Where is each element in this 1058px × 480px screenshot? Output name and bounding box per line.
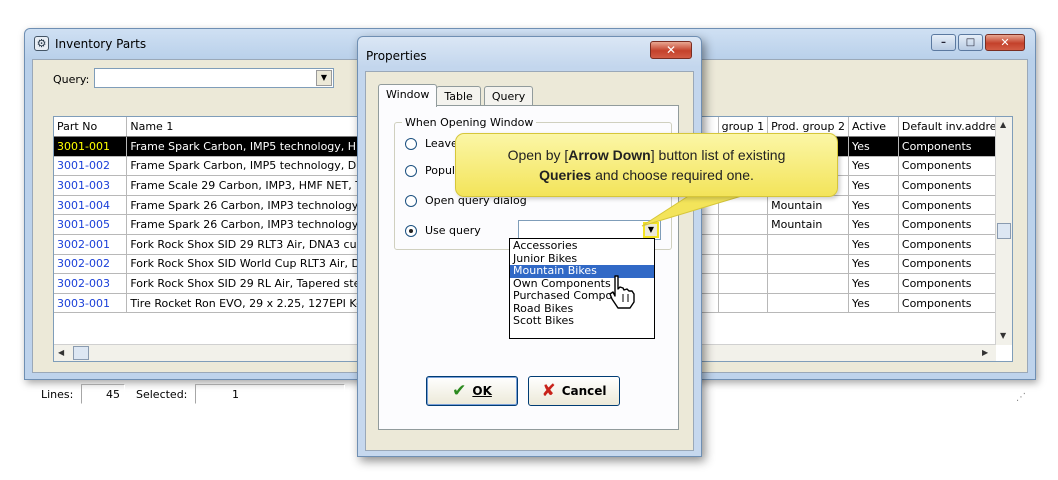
- callout-bold-text: Arrow Down: [568, 147, 651, 163]
- callout-tooltip: Open by [Arrow Down] button list of exis…: [455, 133, 838, 197]
- callout-text: ] button list of existing: [650, 147, 786, 163]
- callout-pointer: [641, 194, 746, 227]
- callout-line-1: Open by [Arrow Down] button list of exis…: [456, 145, 837, 165]
- tab-window[interactable]: Window: [378, 84, 438, 107]
- callout-bold-text: Queries: [539, 167, 592, 183]
- callout-line-2: Queries and choose required one.: [456, 165, 837, 185]
- callout-text: and choose required one.: [591, 167, 754, 183]
- callout-text: Open by [: [507, 147, 569, 163]
